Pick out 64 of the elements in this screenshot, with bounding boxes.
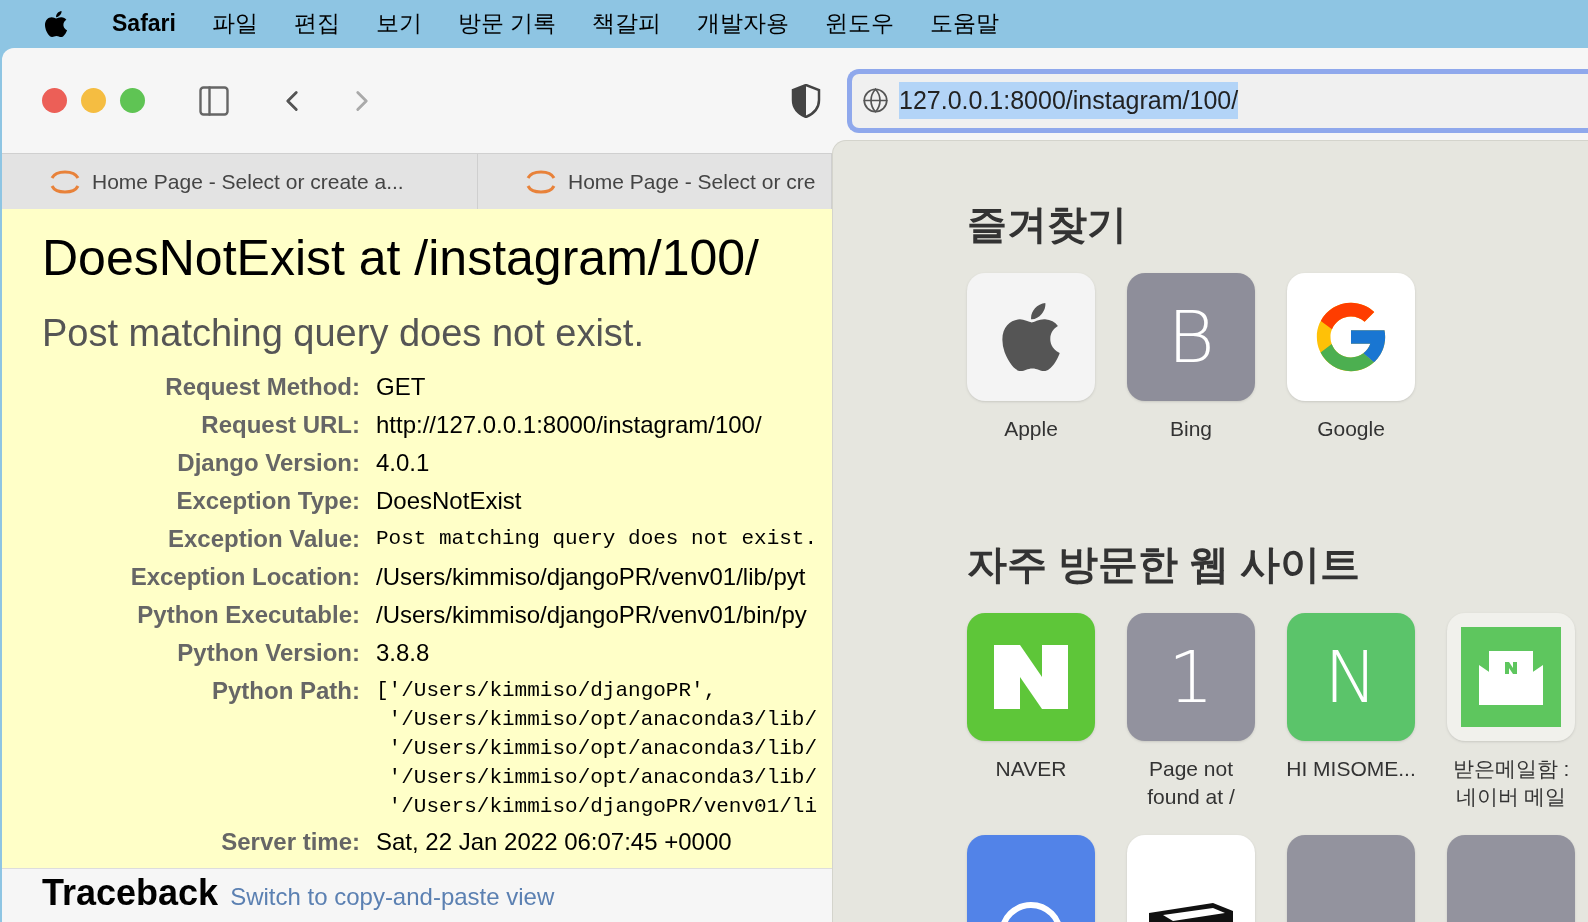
meta-value: 4.0.1 xyxy=(376,448,431,478)
meta-value: 3.8.8 xyxy=(376,638,431,668)
address-field[interactable]: 127.0.0.1:8000/instagram/100/ xyxy=(847,68,1588,133)
meta-value: '/Users/kimmiso/djangoPR/venv01/li xyxy=(387,794,819,820)
globe-icon xyxy=(862,87,889,114)
menu-item[interactable]: 방문 기록 xyxy=(457,6,557,41)
url-text: 127.0.0.1:8000/instagram/100/ xyxy=(899,81,1239,120)
tile-letter: 1 xyxy=(1168,641,1214,713)
meta-value: /Users/kimmiso/djangoPR/venv01/bin/py xyxy=(376,600,808,630)
menu-item[interactable]: 윈도우 xyxy=(825,6,895,41)
meta-value: '/Users/kimmiso/opt/anaconda3/lib/ xyxy=(387,707,819,733)
tile-letter: N xyxy=(1324,641,1378,713)
meta-label: Exception Location: xyxy=(129,562,360,592)
menu-item[interactable]: 보기 xyxy=(375,6,422,41)
close-window-button[interactable] xyxy=(42,88,67,113)
meta-value: GET xyxy=(376,372,427,402)
meta-label: Exception Type: xyxy=(175,486,360,516)
site-tile[interactable] xyxy=(1287,273,1415,401)
site-tile[interactable] xyxy=(967,613,1095,741)
site-label[interactable]: Google xyxy=(1281,415,1421,443)
meta-value: Post matching query does not exist. xyxy=(376,526,819,552)
menu-item[interactable]: 도움말 xyxy=(930,6,1000,41)
meta-label: Request Method: xyxy=(164,372,360,402)
site-tile[interactable] xyxy=(967,273,1095,401)
meta-value: '/Users/kimmiso/opt/anaconda3/lib/ xyxy=(387,736,819,762)
section-heading: 즐겨찾기 xyxy=(967,201,1128,248)
zoom-window-button[interactable] xyxy=(120,88,145,113)
meta-label: Python Version: xyxy=(176,638,360,668)
site-tile[interactable] xyxy=(1447,613,1575,741)
menu-item[interactable]: 책갈피 xyxy=(592,6,662,41)
meta-label: Django Version: xyxy=(176,448,360,478)
meta-label: Request URL: xyxy=(200,410,360,440)
traceback-heading: Traceback xyxy=(42,873,219,913)
tab-title: Home Page - Select or create a... xyxy=(92,168,404,195)
menu-item[interactable]: 개발자용 xyxy=(697,6,790,41)
apple-menu-icon[interactable] xyxy=(42,8,70,39)
meta-label: Python Path: xyxy=(211,676,360,706)
meta-value: DoesNotExist xyxy=(376,486,523,516)
meta-label: Server time: xyxy=(220,827,360,857)
app-menu[interactable]: Safari xyxy=(112,6,176,41)
menu-item[interactable]: 편집 xyxy=(293,6,340,41)
envelope-icon xyxy=(1461,627,1561,727)
site-label[interactable]: NAVER xyxy=(961,755,1101,783)
tile-letter: B xyxy=(1167,301,1215,373)
meta-value: ['/Users/kimmiso/djangoPR', xyxy=(376,678,718,704)
n-logo-icon xyxy=(994,645,1068,709)
meta-value: '/Users/kimmiso/opt/anaconda3/lib/ xyxy=(387,765,819,791)
site-label[interactable]: Apple xyxy=(961,415,1101,443)
meta-value: http://127.0.0.1:8000/instagram/100/ xyxy=(376,410,763,440)
meta-value: Sat, 22 Jan 2022 06:07:45 +0000 xyxy=(376,827,733,857)
section-heading: 자주 방문한 웹 사이트 xyxy=(967,541,1362,588)
shield-icon[interactable] xyxy=(791,83,821,118)
meta-label: Exception Value: xyxy=(166,524,360,554)
site-label[interactable]: Page not found at / xyxy=(1121,755,1261,811)
meta-value: /Users/kimmiso/djangoPR/venv01/lib/pyt xyxy=(376,562,807,592)
tab-title: Home Page - Select or cre xyxy=(568,168,816,195)
site-label[interactable]: 받은메일함 : 네이버 메일 xyxy=(1441,755,1581,811)
meta-label: Python Executable: xyxy=(136,600,360,630)
error-title: DoesNotExist at /instagram/100/ xyxy=(42,229,760,287)
error-message: Post matching query does not exist. xyxy=(42,311,645,355)
site-label[interactable]: HI MISOME... xyxy=(1281,755,1421,783)
copy-paste-view-link[interactable]: Switch to copy-and-paste view xyxy=(230,877,555,917)
menu-item[interactable]: 파일 xyxy=(211,6,258,41)
site-label[interactable]: Bing xyxy=(1121,415,1261,443)
